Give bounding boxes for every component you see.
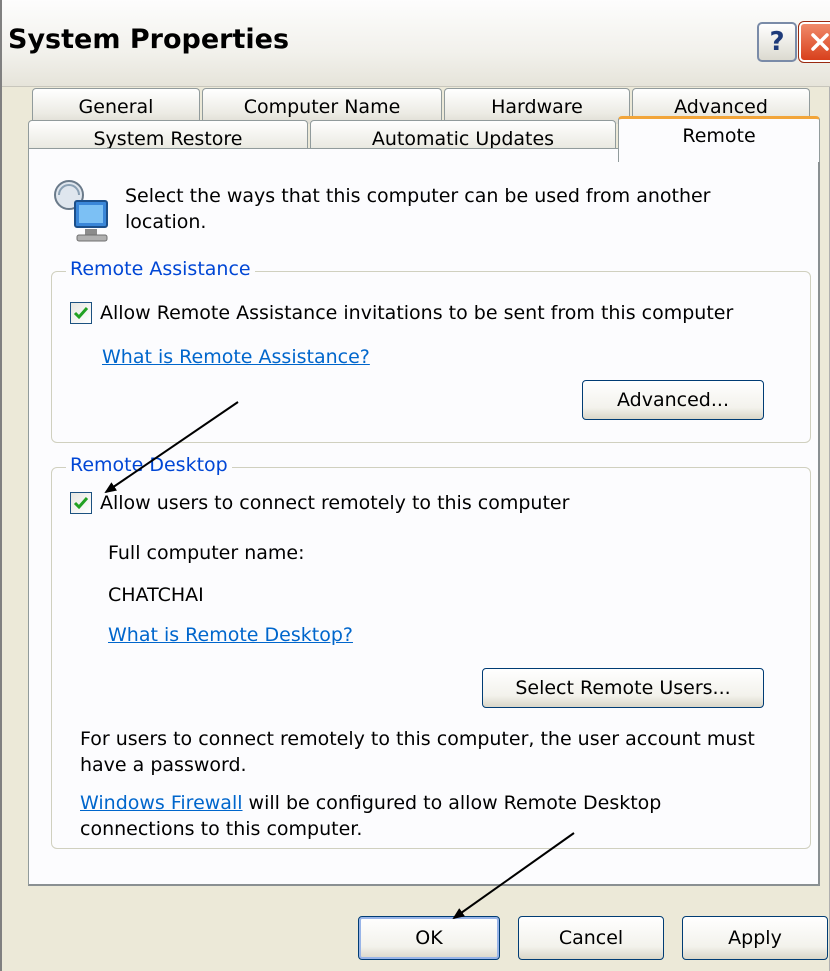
tab-computer-name[interactable]: Computer Name xyxy=(202,88,442,124)
remote-assistance-label: Remote Assistance xyxy=(66,258,255,280)
what-is-remote-desktop-link[interactable]: What is Remote Desktop? xyxy=(108,624,353,646)
apply-button[interactable]: Apply xyxy=(682,916,828,960)
firewall-note: Windows Firewall will be configured to a… xyxy=(80,790,770,842)
allow-remote-desktop-label: Allow users to connect remotely to this … xyxy=(100,492,570,514)
checkmark-icon xyxy=(73,497,89,510)
help-button[interactable]: ? xyxy=(757,22,797,62)
window-title: System Properties xyxy=(8,24,290,55)
remote-tab-panel: Select the ways that this computer can b… xyxy=(28,148,820,886)
close-icon xyxy=(811,33,829,51)
allow-remote-assistance-label: Allow Remote Assistance invitations to b… xyxy=(100,302,734,324)
checkbox-box[interactable] xyxy=(70,302,92,324)
checkbox-box[interactable] xyxy=(70,492,92,514)
full-computer-name-label: Full computer name: xyxy=(108,542,305,564)
tab-general[interactable]: General xyxy=(32,88,200,124)
select-remote-users-button[interactable]: Select Remote Users... xyxy=(482,668,764,708)
intro-text: Select the ways that this computer can b… xyxy=(125,185,711,233)
password-note: For users to connect remotely to this co… xyxy=(80,728,755,776)
tab-remote[interactable]: Remote xyxy=(618,116,820,162)
title-bar[interactable]: System Properties ? xyxy=(2,0,830,87)
remote-desktop-label: Remote Desktop xyxy=(66,454,232,476)
close-button[interactable] xyxy=(798,21,830,63)
what-is-remote-assistance-link[interactable]: What is Remote Assistance? xyxy=(102,346,370,368)
remote-assistance-group: Remote Assistance Allow Remote Assistanc… xyxy=(51,258,811,443)
computer-name-value: CHATCHAI xyxy=(108,584,204,606)
tab-hardware[interactable]: Hardware xyxy=(444,88,630,124)
ok-button[interactable]: OK xyxy=(358,916,500,960)
remote-computer-icon xyxy=(54,180,108,242)
system-properties-window: System Properties ? General Computer Nam… xyxy=(0,0,830,971)
allow-remote-assistance-checkbox[interactable]: Allow Remote Assistance invitations to b… xyxy=(70,302,733,324)
allow-remote-desktop-checkbox[interactable]: Allow users to connect remotely to this … xyxy=(70,492,569,514)
cancel-button[interactable]: Cancel xyxy=(518,916,664,960)
remote-desktop-group: Remote Desktop Allow users to connect re… xyxy=(51,454,811,849)
help-icon: ? xyxy=(769,27,785,57)
windows-firewall-link[interactable]: Windows Firewall xyxy=(80,792,243,814)
advanced-button[interactable]: Advanced... xyxy=(582,380,764,420)
checkmark-icon xyxy=(73,307,89,320)
